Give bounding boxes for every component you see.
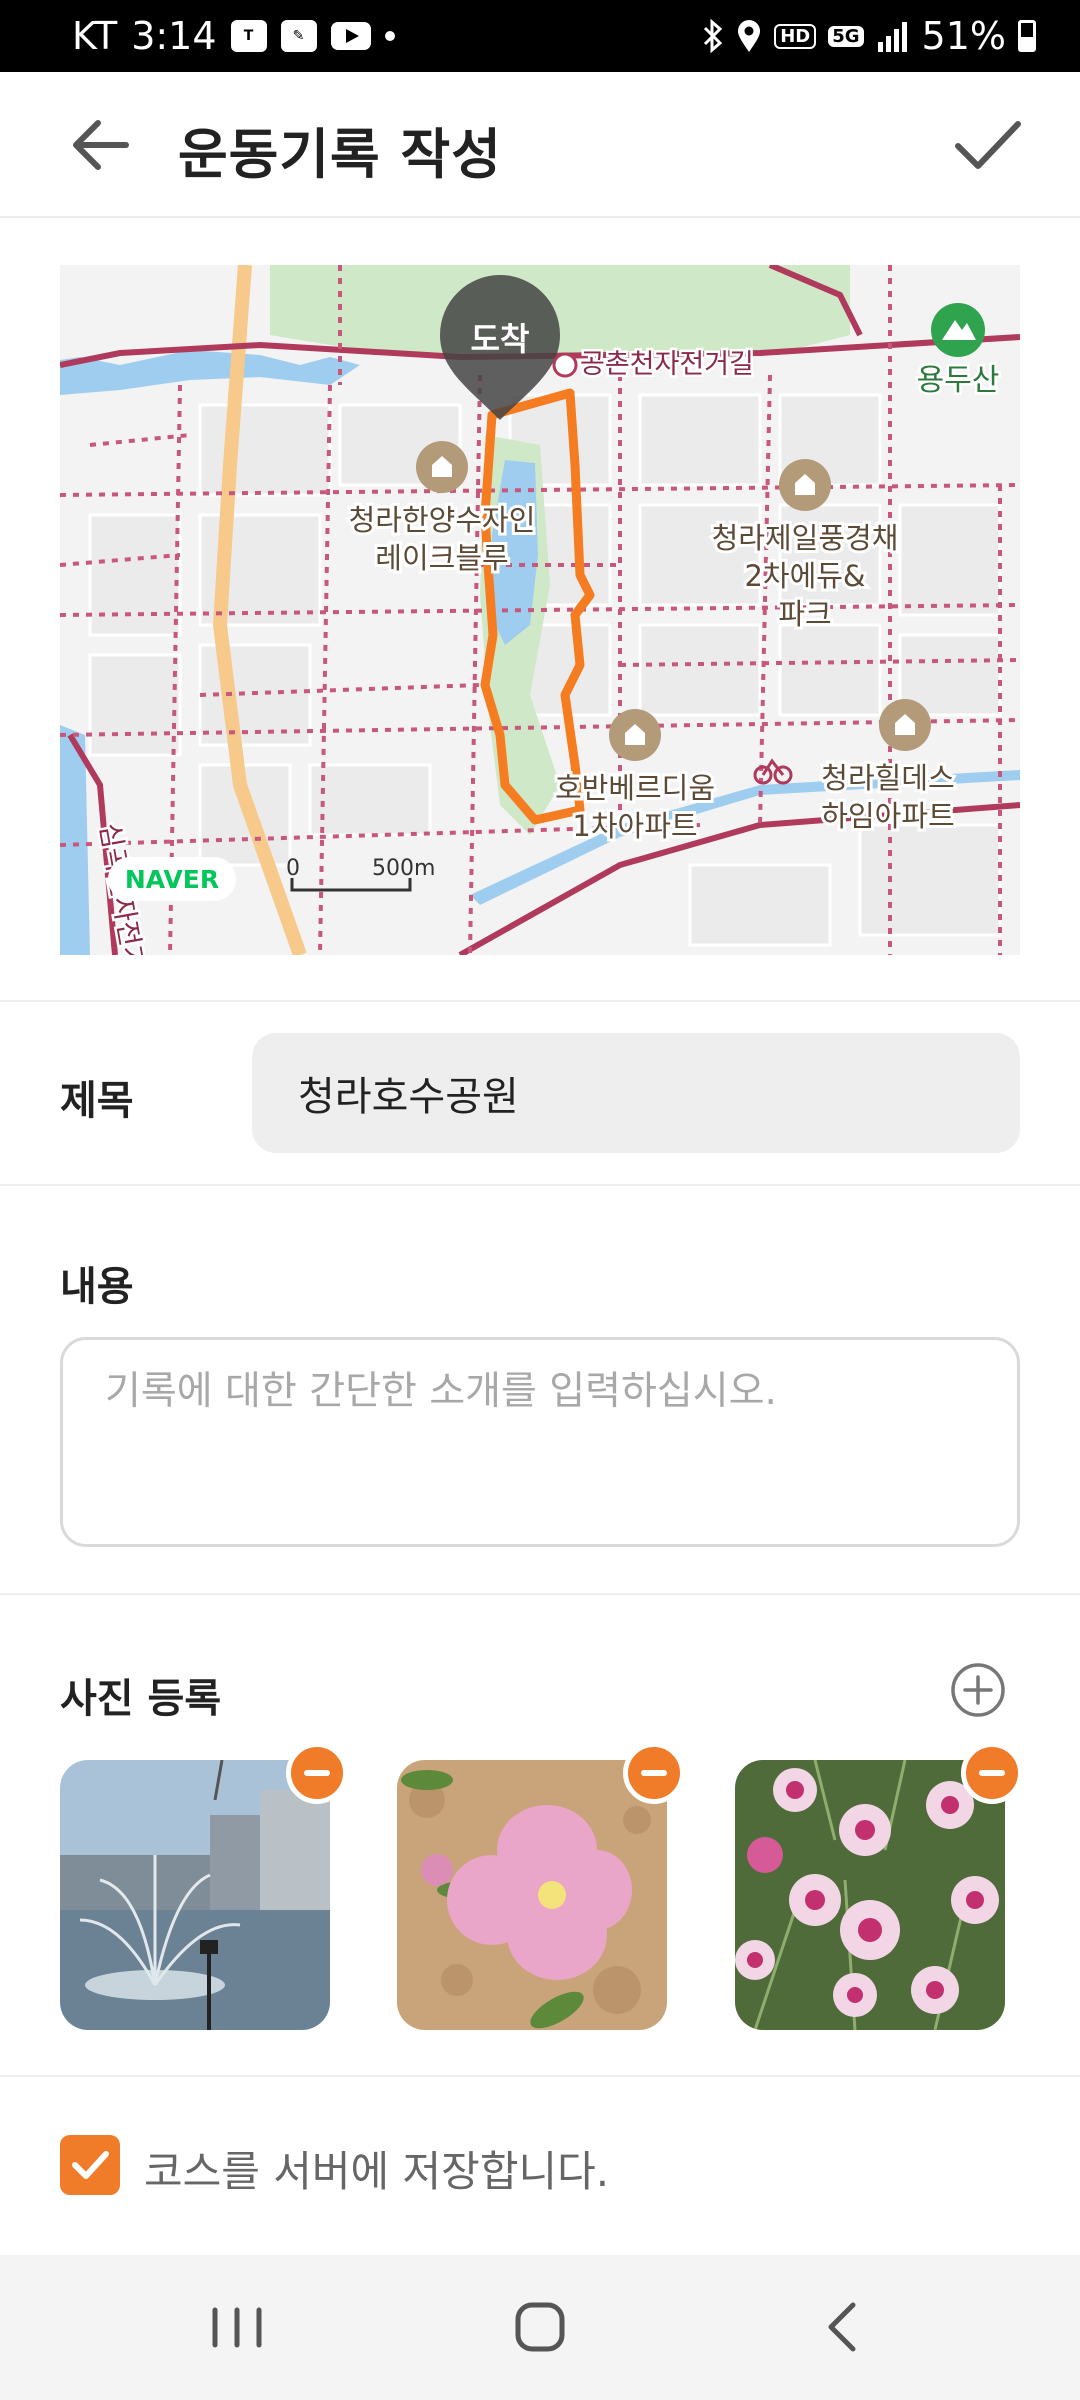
youtube-icon (330, 22, 371, 50)
pink-primrose-photo (397, 1760, 667, 2030)
divider (0, 1000, 1080, 1002)
svg-text:공촌천자전거길: 공촌천자전거길 (580, 349, 754, 380)
title-label: 제목 (60, 1078, 134, 1124)
check-icon (955, 121, 1021, 169)
checkmark-icon (72, 2151, 109, 2179)
back-icon (828, 2302, 856, 2352)
bluetooth-icon (704, 19, 723, 53)
location-icon (738, 20, 761, 52)
tmoney-icon: T (230, 20, 267, 52)
save-course-checkbox[interactable] (60, 2135, 120, 2195)
add-photo-button[interactable] (950, 1662, 1006, 1718)
dot-icon (384, 31, 395, 41)
remove-photo-button[interactable] (961, 1742, 1023, 1804)
status-right: HD 5G 51% (702, 14, 1036, 58)
photo-thumbnail-fountain[interactable] (60, 1760, 330, 2030)
clock: 3:14 (131, 14, 217, 58)
recent-apps-button[interactable] (137, 2255, 337, 2400)
signal-icon (877, 22, 907, 52)
system-nav-bar (0, 2255, 1080, 2400)
svg-text:도착: 도착 (471, 320, 530, 358)
pink-dianthus-photo (735, 1760, 1005, 2030)
content-textarea[interactable] (60, 1337, 1020, 1547)
photo-section-label: 사진 등록 (60, 1676, 222, 1722)
divider (0, 1184, 1080, 1186)
map-label-apt2-3: 파크 (778, 597, 831, 631)
5g-icon: 5G (828, 25, 864, 47)
map-label-apt2-2: 2차에듀& (744, 559, 865, 593)
remove-photo-button[interactable] (623, 1742, 685, 1804)
status-bar: KT 3:14 T ✎ HD 5G 51% (0, 0, 1080, 72)
map-label-apt1: 청라한양수자인 (349, 503, 536, 537)
fountain-photo (60, 1760, 330, 2030)
bike-road-label: 공촌천자전거길 (552, 347, 756, 383)
svg-text:용두산: 용두산 (917, 363, 1000, 398)
back-arrow-icon (73, 120, 129, 170)
battery-icon (1018, 20, 1036, 52)
divider (0, 2075, 1080, 2077)
remove-photo-button[interactable] (286, 1742, 348, 1804)
carrier-label: KT (72, 14, 118, 58)
confirm-button[interactable] (948, 108, 1028, 182)
app-bar: 운동기록 작성 (0, 72, 1080, 218)
home-icon (515, 2302, 565, 2352)
naver-logo: NAVER (108, 857, 236, 901)
running-app-icon: ✎ (280, 20, 317, 52)
save-course-label: 코스를 서버에 저장합니다. (144, 2147, 610, 2196)
map-canvas: 도착 공촌천자전거길 용두산 청라한양수자인 레이크블루 청라제일풍경채 2차에… (60, 265, 1020, 955)
map-label-apt4-2: 하임아파트 (821, 799, 954, 833)
photo-thumbnail-dianthus[interactable] (735, 1760, 1005, 2030)
svg-text:0: 0 (286, 856, 300, 881)
svg-text:NAVER: NAVER (125, 865, 219, 894)
hd-voice-icon: HD (774, 23, 817, 49)
svg-text:500m: 500m (372, 856, 435, 881)
content-label: 내용 (60, 1264, 134, 1310)
page-title: 운동기록 작성 (178, 123, 502, 186)
title-input[interactable] (252, 1033, 1020, 1153)
recent-apps-icon (212, 2307, 262, 2348)
map-label-apt3-2: 1차아파트 (572, 809, 697, 843)
home-button[interactable] (440, 2255, 640, 2400)
battery-percent: 51% (921, 14, 1006, 58)
route-map[interactable]: 도착 공촌천자전거길 용두산 청라한양수자인 레이크블루 청라제일풍경채 2차에… (60, 265, 1020, 955)
divider (0, 1593, 1080, 1595)
status-left: KT 3:14 T ✎ (72, 14, 395, 58)
plus-circle-icon (951, 1663, 1005, 1717)
map-label-apt2: 청라제일풍경채 (712, 521, 899, 555)
back-button[interactable] (56, 110, 142, 180)
map-label-apt3: 호반베르디움 (555, 771, 715, 805)
nav-back-button[interactable] (743, 2255, 943, 2400)
map-label-apt1-2: 레이크블루 (375, 541, 508, 575)
photo-thumbnail-primrose[interactable] (397, 1760, 667, 2030)
map-label-apt4: 청라힐데스 (821, 761, 954, 795)
